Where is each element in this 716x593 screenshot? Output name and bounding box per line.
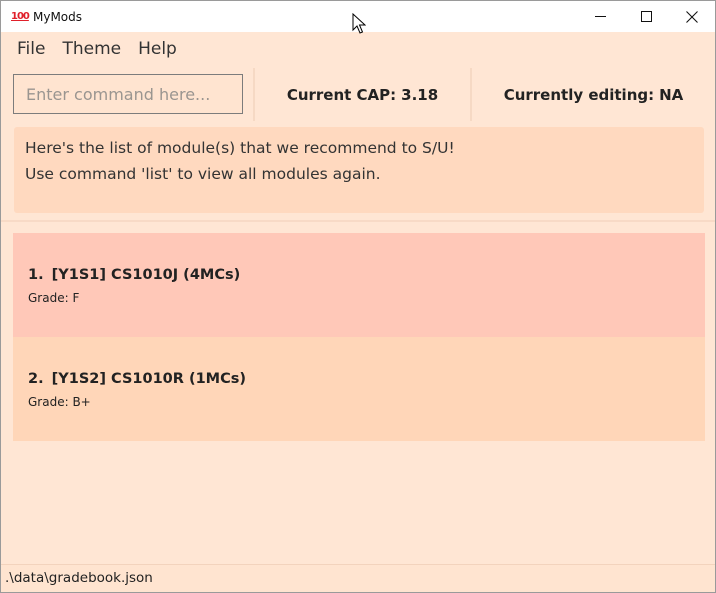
- menu-theme[interactable]: Theme: [54, 39, 129, 59]
- result-line-2: Use command 'list' to view all modules a…: [25, 165, 381, 183]
- menu-bar: File Theme Help: [1, 32, 715, 66]
- cap-display: Current CAP: 3.18: [255, 68, 470, 121]
- result-line-1: Here's the list of module(s) that we rec…: [25, 139, 455, 157]
- module-title: 2. [Y1S2] CS1010R (1MCs): [28, 371, 246, 387]
- module-grade: Grade: B+: [28, 395, 91, 409]
- mouse-cursor-icon: [352, 13, 366, 34]
- file-path: .\data\gradebook.json: [5, 570, 153, 586]
- window-title: MyMods: [33, 9, 83, 24]
- command-row: Current CAP: 3.18 Currently editing: NA: [1, 68, 715, 121]
- module-index: 2.: [28, 371, 44, 387]
- status-bar: .\data\gradebook.json: [1, 564, 715, 592]
- divider: [1, 220, 715, 222]
- minimize-icon: [594, 16, 606, 17]
- close-icon: [686, 10, 698, 23]
- hundred-points-icon: 100: [11, 10, 30, 22]
- minimize-button[interactable]: [577, 1, 623, 32]
- result-display: Here's the list of module(s) that we rec…: [14, 127, 704, 213]
- menu-file[interactable]: File: [9, 39, 53, 59]
- module-name: [Y1S1] CS1010J (4MCs): [51, 267, 241, 283]
- maximize-button[interactable]: [623, 1, 669, 32]
- maximize-icon: [640, 11, 652, 22]
- module-card[interactable]: 1. [Y1S1] CS1010J (4MCs) Grade: F: [13, 233, 705, 337]
- cap-value: 3.18: [401, 85, 439, 104]
- command-input[interactable]: [13, 74, 243, 114]
- close-button[interactable]: [669, 1, 715, 32]
- module-title: 1. [Y1S1] CS1010J (4MCs): [28, 267, 240, 283]
- module-grade: Grade: F: [28, 291, 80, 305]
- cap-label: Current CAP:: [286, 85, 397, 104]
- menu-help[interactable]: Help: [130, 39, 185, 59]
- app-window: 100 MyMods File Theme Help Current CAP: …: [0, 0, 716, 593]
- editing-display: Currently editing: NA: [472, 68, 715, 121]
- editing-value: NA: [659, 85, 684, 104]
- module-card[interactable]: 2. [Y1S2] CS1010R (1MCs) Grade: B+: [13, 337, 705, 441]
- editing-label: Currently editing:: [503, 85, 655, 104]
- module-index: 1.: [28, 267, 44, 283]
- window-controls: [577, 1, 715, 32]
- module-name: [Y1S2] CS1010R (1MCs): [51, 371, 246, 387]
